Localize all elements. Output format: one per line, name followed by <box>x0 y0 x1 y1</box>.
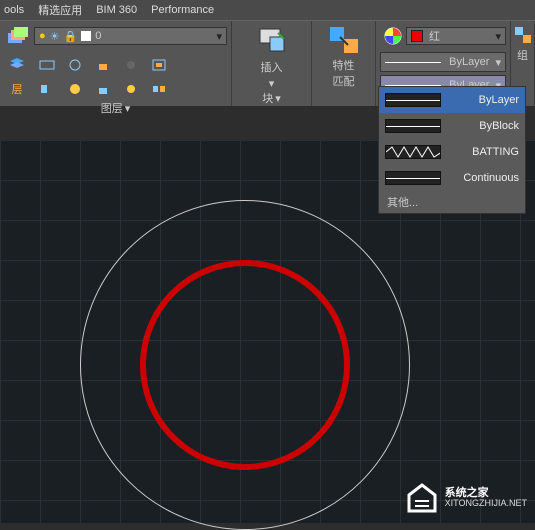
color-label: 红 <box>429 28 440 44</box>
color-dropdown[interactable]: 红 ▾ <box>406 27 506 45</box>
walk-icon <box>151 82 167 96</box>
layer-off-button[interactable] <box>118 54 144 76</box>
group-icon <box>513 25 533 45</box>
linetype-option-other[interactable]: 其他... <box>379 191 525 213</box>
layer-tool-1[interactable] <box>4 54 30 76</box>
insert-label: 插入 <box>261 59 283 75</box>
layer-tool-2[interactable]: 层 <box>4 78 30 100</box>
block-panel-title: 块▾ <box>236 90 307 106</box>
layers-panel-title: 图层▾ <box>4 100 227 116</box>
layer-lock-button[interactable] <box>90 54 116 76</box>
layer-freeze-button[interactable] <box>62 54 88 76</box>
insert-block-button[interactable] <box>254 23 290 57</box>
layer-properties-button[interactable] <box>4 23 30 49</box>
match-properties-button[interactable] <box>326 23 362 57</box>
watermark-logo-icon <box>405 481 439 515</box>
layer-name: 0 <box>95 30 101 42</box>
inner-circle-entity <box>140 260 350 470</box>
linetype-option-label: Continuous <box>449 172 519 184</box>
lock-icon <box>95 58 111 72</box>
layer-icon <box>39 58 55 72</box>
unlock-icon <box>95 82 111 96</box>
layer-dropdown[interactable]: ● ☀ 🔒 0 ▾ <box>34 27 227 45</box>
menu-performance[interactable]: Performance <box>151 4 214 16</box>
layer-walk-button[interactable] <box>146 78 172 100</box>
off-icon <box>123 58 139 72</box>
lineweight-preview <box>385 62 441 63</box>
layers-panel: ● ☀ 🔒 0 ▾ 层 <box>0 21 232 106</box>
chevron-down-icon: ▾ <box>275 92 281 105</box>
layer-thaw-button[interactable] <box>62 78 88 100</box>
layer-color-swatch <box>81 31 91 41</box>
menubar: ools 精选应用 BIM 360 Performance <box>0 0 535 20</box>
layer-unlock-button[interactable] <box>90 78 116 100</box>
other-label: 其他... <box>387 194 418 210</box>
linetype-preview <box>385 171 441 185</box>
prev-icon <box>39 82 55 96</box>
color-wheel-button[interactable] <box>380 23 406 49</box>
match-props-icon <box>328 25 360 55</box>
color-swatch <box>411 30 423 42</box>
menu-bim360[interactable]: BIM 360 <box>96 4 137 16</box>
menu-tools[interactable]: ools <box>4 4 24 16</box>
layers-icon <box>8 57 26 73</box>
linetype-preview <box>385 145 441 159</box>
layer-match-button[interactable] <box>146 54 172 76</box>
linetype-option-label: ByLayer <box>449 94 519 106</box>
linetype-preview <box>385 93 441 107</box>
chevron-down-icon: ▾ <box>216 30 222 43</box>
linetype-option-label: BATTING <box>449 146 519 158</box>
watermark-url: XITONGZHIJIA.NET <box>445 499 527 509</box>
linetype-option-continuous[interactable]: Continuous <box>379 165 525 191</box>
menu-featured[interactable]: 精选应用 <box>38 2 82 18</box>
color-wheel-icon <box>384 27 402 45</box>
linetype-preview <box>385 119 441 133</box>
thaw-icon <box>67 82 83 96</box>
freeze-icon <box>67 58 83 72</box>
block-panel: 插入 ▾ 块▾ <box>232 21 312 106</box>
layer-stack-icon <box>6 25 28 47</box>
on-icon <box>123 82 139 96</box>
layer-prev-button[interactable] <box>34 78 60 100</box>
linetype-option-batting[interactable]: BATTING <box>379 139 525 165</box>
match-icon <box>151 58 167 72</box>
chevron-down-icon: ▾ <box>125 102 131 115</box>
group-label: 组 <box>517 47 528 63</box>
group-button[interactable] <box>513 25 533 45</box>
lineweight-label: ByLayer <box>449 56 489 68</box>
chevron-down-icon: ▾ <box>495 30 501 43</box>
linetype-dropdown-menu: ByLayer ByBlock BATTING Continuous 其他... <box>378 86 526 214</box>
linetype-option-label: ByBlock <box>449 120 519 132</box>
layer-iso-button[interactable] <box>34 54 60 76</box>
chevron-down-icon: ▾ <box>495 56 501 69</box>
zigzag-icon <box>386 146 440 158</box>
lineweight-dropdown[interactable]: ByLayer ▾ <box>380 52 506 72</box>
insert-icon <box>256 25 288 55</box>
lock-icon: 🔒 <box>64 30 78 43</box>
linetype-option-bylayer[interactable]: ByLayer <box>379 87 525 113</box>
match-props-label: 特性 匹配 <box>333 57 355 89</box>
layer-icon: 层 <box>12 81 23 97</box>
bulb-icon: ● <box>39 30 46 42</box>
watermark: 系统之家 XITONGZHIJIA.NET <box>405 481 527 515</box>
linetype-option-byblock[interactable]: ByBlock <box>379 113 525 139</box>
properties-panel: 特性 匹配 <box>312 21 376 106</box>
sun-icon: ☀ <box>50 30 60 43</box>
chevron-down-icon[interactable]: ▾ <box>269 77 275 90</box>
layer-on-button[interactable] <box>118 78 144 100</box>
